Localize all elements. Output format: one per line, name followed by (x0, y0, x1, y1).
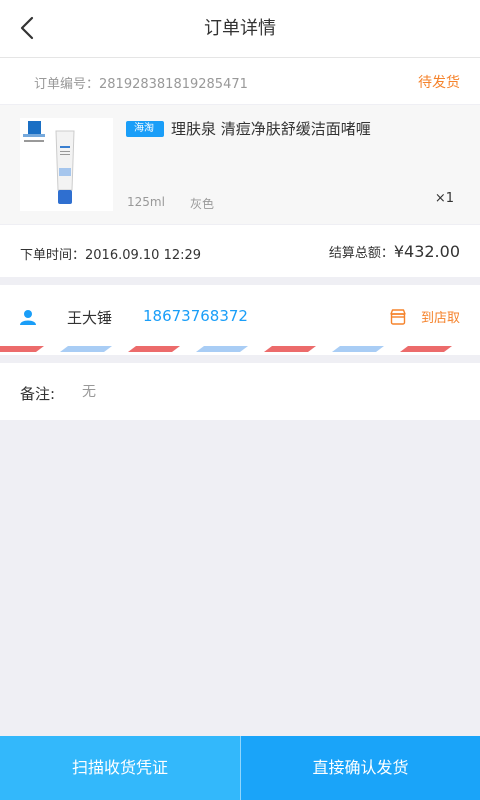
customer-name: 王大锤 (67, 309, 113, 327)
order-time: 下单时间：2016.09.10 12:29 (20, 248, 202, 263)
product-tube-image (23, 121, 75, 204)
product-size: 125ml (127, 195, 165, 209)
scan-receipt-button[interactable]: 扫描收货凭证 (0, 736, 240, 800)
order-number: 订单编号：281928381819285471 (34, 77, 248, 92)
remark-label: 备注: (20, 385, 56, 403)
order-total: 结算总额：¥432.00 (329, 242, 460, 261)
order-summary: 下单时间：2016.09.10 12:29 结算总额：¥432.00 (0, 225, 480, 277)
user-icon (20, 310, 36, 325)
product-quantity: ×1 (434, 191, 454, 206)
product-color: 灰色 (190, 197, 215, 211)
product-name: 理肤泉 清痘净肤舒缓洁面啫喱 (171, 120, 371, 138)
bottom-action-bar: 扫描收货凭证 直接确认发货 (0, 736, 480, 800)
order-item[interactable]: 海淘 理肤泉 清痘净肤舒缓洁面啫喱 125ml 灰色 ×1 (0, 105, 480, 224)
total-value: ¥432.00 (393, 242, 460, 261)
remark-row: 备注: 无 (0, 363, 480, 420)
customer-info: 王大锤 18673768372 到店取 (0, 285, 480, 355)
total-label: 结算总额： (328, 246, 394, 261)
page-title: 订单详情 (204, 18, 276, 39)
airmail-stripe-divider (0, 346, 480, 354)
haitao-badge: 海淘 (126, 121, 164, 137)
order-number-row: 订单编号：281928381819285471 待发货 (0, 58, 480, 104)
order-status: 待发货 (418, 75, 460, 91)
store-icon (390, 309, 406, 325)
navigation-bar: 订单详情 (0, 0, 480, 58)
customer-phone[interactable]: 18673768372 (143, 307, 248, 325)
confirm-shipment-button[interactable]: 直接确认发货 (241, 736, 480, 800)
remark-value: 无 (82, 384, 96, 400)
product-thumbnail (20, 118, 113, 211)
pickup-method: 到店取 (421, 311, 461, 326)
